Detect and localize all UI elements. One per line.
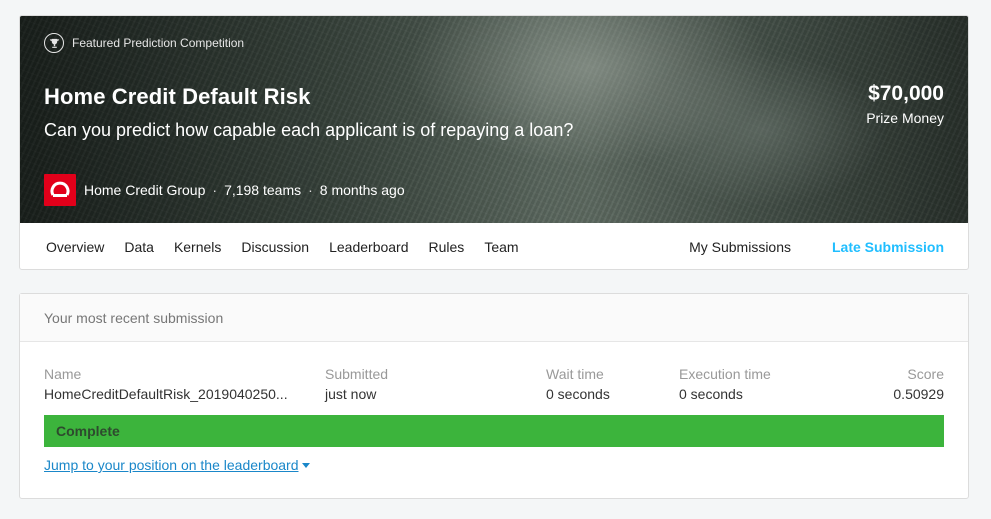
column-header-score: Score [907, 366, 944, 382]
team-count: 7,198 teams [224, 182, 302, 198]
meta-separator: · [308, 182, 313, 198]
submission-details: Name HomeCreditDefaultRisk_2019040250...… [44, 366, 944, 406]
submission-name: HomeCreditDefaultRisk_2019040250... [44, 386, 288, 402]
competition-banner: Featured Prediction Competition Home Cre… [20, 16, 968, 223]
submission-time: just now [325, 386, 377, 402]
competition-tabs: Overview Data Kernels Discussion Leaderb… [20, 223, 968, 269]
tab-rules[interactable]: Rules [419, 223, 475, 269]
competition-badge-label: Featured Prediction Competition [72, 36, 245, 50]
status-bar-complete: Complete [44, 415, 944, 447]
prize-label: Prize Money [866, 110, 944, 126]
tab-discussion[interactable]: Discussion [231, 223, 319, 269]
host-logo[interactable] [44, 174, 76, 206]
execution-time-value: 0 seconds [679, 386, 743, 402]
wait-time-value: 0 seconds [546, 386, 610, 402]
column-header-execution-time: Execution time [679, 366, 771, 382]
trophy-icon [44, 33, 64, 53]
tabs-left-group: Overview Data Kernels Discussion Leaderb… [36, 223, 529, 269]
tab-kernels[interactable]: Kernels [164, 223, 231, 269]
caret-down-icon[interactable] [301, 462, 310, 468]
prize-block: $70,000 Prize Money [866, 82, 944, 126]
jump-link-label[interactable]: Jump to your position on the leaderboard [44, 457, 299, 473]
tab-late-submission[interactable]: Late Submission [806, 223, 968, 269]
prize-amount: $70,000 [868, 82, 944, 105]
competition-meta: Home Credit Group · 7,198 teams · 8 mont… [44, 174, 405, 206]
column-name: Name HomeCreditDefaultRisk_2019040250... [44, 366, 288, 402]
column-submitted: Submitted just now [325, 366, 388, 402]
submission-card: Your most recent submission Name HomeCre… [19, 293, 969, 499]
column-execution-time: Execution time 0 seconds [679, 366, 771, 402]
tab-data[interactable]: Data [114, 223, 164, 269]
column-score: Score 0.50929 [893, 366, 944, 402]
competition-card: Featured Prediction Competition Home Cre… [19, 15, 969, 270]
tab-leaderboard[interactable]: Leaderboard [319, 223, 418, 269]
tab-my-submissions[interactable]: My Submissions [689, 223, 806, 269]
score-value: 0.50929 [893, 386, 944, 402]
competition-badge: Featured Prediction Competition [44, 33, 244, 53]
tab-team[interactable]: Team [474, 223, 528, 269]
column-header-submitted: Submitted [325, 366, 389, 382]
meta-separator: · [212, 182, 218, 198]
column-header-name: Name [44, 366, 82, 382]
tab-overview[interactable]: Overview [36, 223, 114, 269]
competition-subtitle: Can you predict how capable each applica… [44, 120, 574, 140]
column-header-wait-time: Wait time [546, 366, 604, 382]
jump-to-leaderboard-link[interactable]: Jump to your position on the leaderboard [44, 457, 310, 473]
host-name[interactable]: Home Credit Group [84, 182, 205, 198]
tabs-right-group: My Submissions Late Submission [689, 223, 968, 269]
competition-title[interactable]: Home Credit Default Risk [44, 84, 310, 110]
submission-card-header: Your most recent submission [20, 294, 968, 342]
competition-age: 8 months ago [319, 182, 405, 198]
column-wait-time: Wait time 0 seconds [546, 366, 610, 402]
